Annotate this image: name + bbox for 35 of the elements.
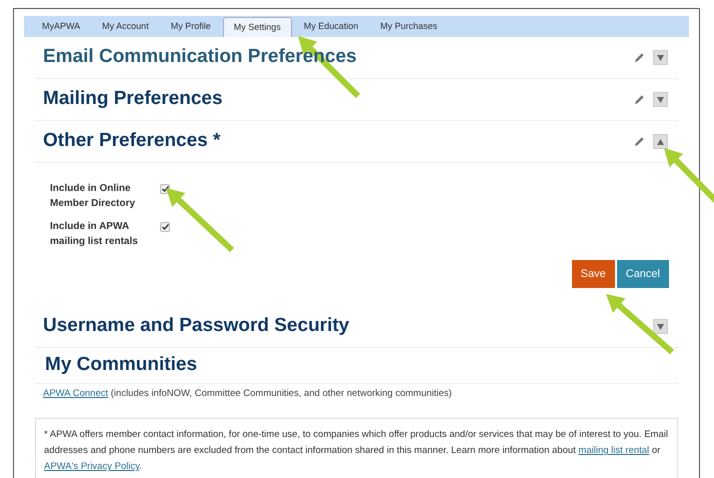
expand-triangle-icon bbox=[657, 324, 664, 330]
checkbox[interactable] bbox=[160, 222, 170, 232]
footnote-text: * APWA offers member contact information, for one-time use, to companies which offer products and/or services that may be of interest to you. Email addresses and phone numbers are excluded from the contact information shared in this manner. Learn more information about mailing list rental or APWA's Privacy Policy. bbox=[44, 428, 669, 474]
section-heading: Mailing Preferences bbox=[43, 87, 223, 112]
collapse-triangle-icon bbox=[657, 138, 664, 144]
tab[interactable]: My Purchases bbox=[370, 17, 448, 37]
cancel-button[interactable]: Cancel bbox=[616, 260, 669, 288]
toggle-button[interactable] bbox=[653, 92, 668, 107]
tab[interactable]: MyAPWA bbox=[32, 17, 90, 37]
pencil-icon[interactable] bbox=[634, 136, 645, 147]
tab[interactable]: My Education bbox=[294, 17, 368, 37]
pencil-icon[interactable] bbox=[634, 52, 645, 63]
option-label: Include in Online Member Directory bbox=[50, 182, 136, 211]
tab[interactable]: My Account bbox=[92, 17, 159, 37]
pencil-icon[interactable] bbox=[634, 94, 645, 105]
save-button[interactable]: Save bbox=[572, 260, 615, 288]
community-description: (includes infoNOW, Committee Communities, and other networking communities) bbox=[110, 388, 452, 399]
toggle-button[interactable] bbox=[653, 134, 668, 149]
checkmark-icon bbox=[162, 224, 168, 230]
mailing-list-link[interactable]: mailing list rental bbox=[578, 445, 650, 456]
tab[interactable]: My Profile bbox=[160, 17, 221, 37]
section-heading: My Communities bbox=[45, 352, 198, 376]
annotation-arrow bbox=[166, 188, 234, 252]
annotation-arrow bbox=[606, 294, 674, 354]
section-heading: Username and Password Security bbox=[43, 314, 350, 338]
tab[interactable]: My Settings bbox=[222, 17, 292, 37]
community-link[interactable]: APWA Connect bbox=[43, 388, 108, 399]
checkmark-icon bbox=[162, 186, 168, 192]
privacy-policy-link[interactable]: APWA's Privacy Policy bbox=[44, 461, 140, 472]
toggle-button[interactable] bbox=[653, 319, 668, 334]
expand-triangle-icon bbox=[657, 96, 664, 102]
toggle-button[interactable] bbox=[653, 50, 668, 65]
section-heading: Other Preferences * bbox=[43, 129, 220, 154]
expand-triangle-icon bbox=[657, 54, 664, 60]
option-label: Include in APWA mailing list rentals bbox=[50, 220, 139, 249]
